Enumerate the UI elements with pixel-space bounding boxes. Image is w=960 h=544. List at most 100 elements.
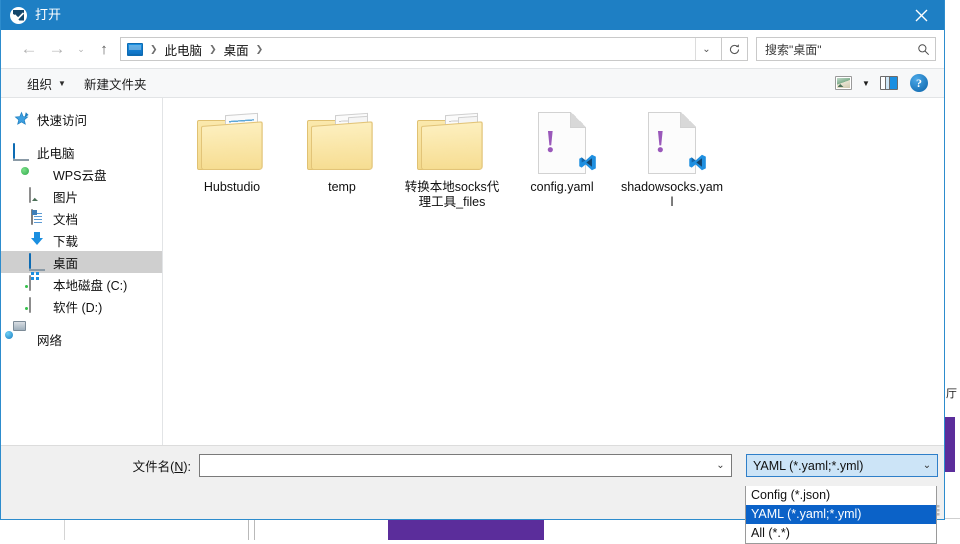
breadcrumb-item-desktop[interactable]: 桌面 — [224, 40, 249, 59]
picture-view-icon — [835, 76, 852, 90]
forward-button[interactable]: → — [43, 36, 71, 62]
list-item[interactable]: ! shadowsocks.yaml — [617, 110, 727, 210]
sidebar-item-label: 网络 — [37, 330, 62, 349]
folder-icon — [415, 112, 489, 174]
new-folder-label: 新建文件夹 — [84, 74, 147, 93]
file-label: shadowsocks.yaml — [620, 180, 724, 210]
background-purple-accent-right — [944, 417, 955, 472]
exclamation-glyph: ! — [655, 125, 666, 157]
local-disk-icon — [29, 276, 46, 292]
filename-field[interactable]: ⌄ — [199, 454, 732, 477]
filename-label-accelerator: N — [174, 460, 183, 474]
documents-icon — [29, 210, 46, 226]
filetype-selected-label: YAML (*.yaml;*.yml) — [753, 459, 863, 473]
wps-cloud-icon — [29, 166, 46, 182]
recent-locations-button[interactable]: ⌄ — [71, 36, 91, 62]
this-pc-monitor-icon — [127, 43, 143, 56]
up-one-level-button[interactable]: ↑ — [91, 36, 117, 62]
open-file-dialog: 打开 ← → ⌄ ↑ ❯ 此电脑 ❯ 桌面 ❯ ⌄ — [0, 0, 945, 520]
sidebar-item-this-pc[interactable]: 此电脑 — [1, 141, 162, 163]
pictures-icon — [29, 188, 46, 204]
help-button[interactable]: ? — [904, 71, 934, 95]
list-item[interactable]: temp — [287, 110, 397, 210]
search-icon — [917, 43, 930, 56]
yaml-file-icon: ! — [635, 112, 709, 174]
sidebar-item-label: 软件 (D:) — [53, 297, 102, 316]
sidebar-item-downloads[interactable]: 下载 — [1, 229, 162, 251]
preview-pane-button[interactable] — [874, 71, 904, 95]
desktop-icon — [29, 254, 46, 270]
background-purple-bar-bottom — [388, 520, 544, 540]
chevron-down-icon: ⌄ — [917, 460, 937, 471]
sidebar-item-label: 下载 — [53, 231, 78, 250]
this-pc-icon — [13, 144, 30, 160]
navigation-sidebar: 快速访问 此电脑 WPS云盘 图片 文档 下载 — [1, 98, 163, 445]
change-view-button[interactable] — [828, 71, 858, 95]
filetype-option-yaml[interactable]: YAML (*.yaml;*.yml) — [746, 505, 936, 524]
pin-star-icon — [13, 111, 30, 127]
breadcrumb-separator: ❯ — [249, 44, 271, 55]
folder-icon — [305, 112, 379, 174]
sidebar-item-wps-cloud[interactable]: WPS云盘 — [1, 163, 162, 185]
vscode-badge-icon — [688, 153, 707, 172]
vscode-badge-icon — [578, 153, 597, 172]
downloads-icon — [29, 232, 46, 248]
breadcrumb[interactable]: ❯ 此电脑 ❯ 桌面 ❯ ⌄ — [120, 37, 722, 61]
breadcrumb-dropdown-icon[interactable]: ⌄ — [695, 38, 717, 60]
yaml-file-icon: ! — [525, 112, 599, 174]
refresh-icon — [728, 43, 741, 56]
list-item[interactable]: Hubstudio — [177, 110, 287, 210]
sidebar-item-network[interactable]: 网络 — [1, 328, 162, 350]
sidebar-item-desktop[interactable]: 桌面 — [1, 251, 162, 273]
close-icon — [915, 9, 928, 22]
title-bar: 打开 — [1, 0, 944, 30]
sidebar-item-label: 此电脑 — [37, 143, 75, 162]
close-button[interactable] — [898, 0, 944, 30]
folder-icon — [195, 112, 269, 174]
sidebar-item-quick-access[interactable]: 快速访问 — [1, 108, 162, 130]
sidebar-item-documents[interactable]: 文档 — [1, 207, 162, 229]
list-item[interactable]: ! config.yaml — [507, 110, 617, 210]
breadcrumb-item-this-pc[interactable]: 此电脑 — [165, 40, 203, 59]
file-label: Hubstudio — [204, 180, 260, 195]
filename-label-suffix: ): — [183, 460, 191, 474]
drive-icon — [29, 298, 46, 314]
exclamation-glyph: ! — [545, 125, 556, 157]
filename-label-prefix: 文件名( — [133, 460, 175, 474]
sidebar-item-label: 文档 — [53, 209, 78, 228]
sidebar-item-local-disk-c[interactable]: 本地磁盘 (C:) — [1, 273, 162, 295]
list-item[interactable]: 转换本地socks代理工具_files — [397, 110, 507, 210]
filename-dropdown-icon[interactable]: ⌄ — [712, 460, 729, 471]
file-label: temp — [328, 180, 356, 195]
filetype-dropdown-list[interactable]: Config (*.json) YAML (*.yaml;*.yml) All … — [745, 486, 937, 544]
sidebar-item-label: 本地磁盘 (C:) — [53, 275, 127, 294]
filetype-combobox[interactable]: YAML (*.yaml;*.yml) ⌄ — [746, 454, 938, 477]
sidebar-item-drive-d[interactable]: 软件 (D:) — [1, 295, 162, 317]
background-text-fragment: 厅 — [946, 385, 956, 401]
background-divider-a — [64, 518, 65, 540]
new-folder-button[interactable]: 新建文件夹 — [75, 72, 156, 94]
file-items: Hubstudio temp 转换本地s — [177, 110, 944, 210]
sidebar-item-label: 图片 — [53, 187, 78, 206]
organize-button[interactable]: 组织 ▼ — [18, 72, 75, 94]
dialog-body: 快速访问 此电脑 WPS云盘 图片 文档 下载 — [1, 98, 944, 445]
command-bar: 组织 ▼ 新建文件夹 ▼ ? — [1, 68, 944, 98]
file-list-area[interactable]: Hubstudio temp 转换本地s — [163, 98, 944, 445]
chevron-down-icon: ▼ — [58, 79, 66, 88]
back-button[interactable]: ← — [15, 36, 43, 62]
window-title: 打开 — [35, 0, 61, 30]
breadcrumb-separator: ❯ — [143, 44, 165, 55]
command-bar-icons: ▼ ? — [828, 71, 944, 95]
search-input[interactable]: 搜索"桌面" — [765, 41, 917, 58]
file-label: 转换本地socks代理工具_files — [400, 180, 504, 210]
sidebar-item-label: 快速访问 — [37, 110, 87, 129]
refresh-button[interactable] — [722, 37, 748, 61]
sidebar-gap — [1, 130, 162, 141]
filename-input[interactable] — [204, 459, 712, 473]
search-box[interactable]: 搜索"桌面" — [756, 37, 936, 61]
change-view-dropdown[interactable]: ▼ — [858, 79, 874, 88]
sidebar-item-pictures[interactable]: 图片 — [1, 185, 162, 207]
navigation-bar: ← → ⌄ ↑ ❯ 此电脑 ❯ 桌面 ❯ ⌄ 搜索"桌面" — [1, 30, 944, 68]
filetype-option-all[interactable]: All (*.*) — [746, 524, 936, 543]
filetype-option-config[interactable]: Config (*.json) — [746, 486, 936, 505]
